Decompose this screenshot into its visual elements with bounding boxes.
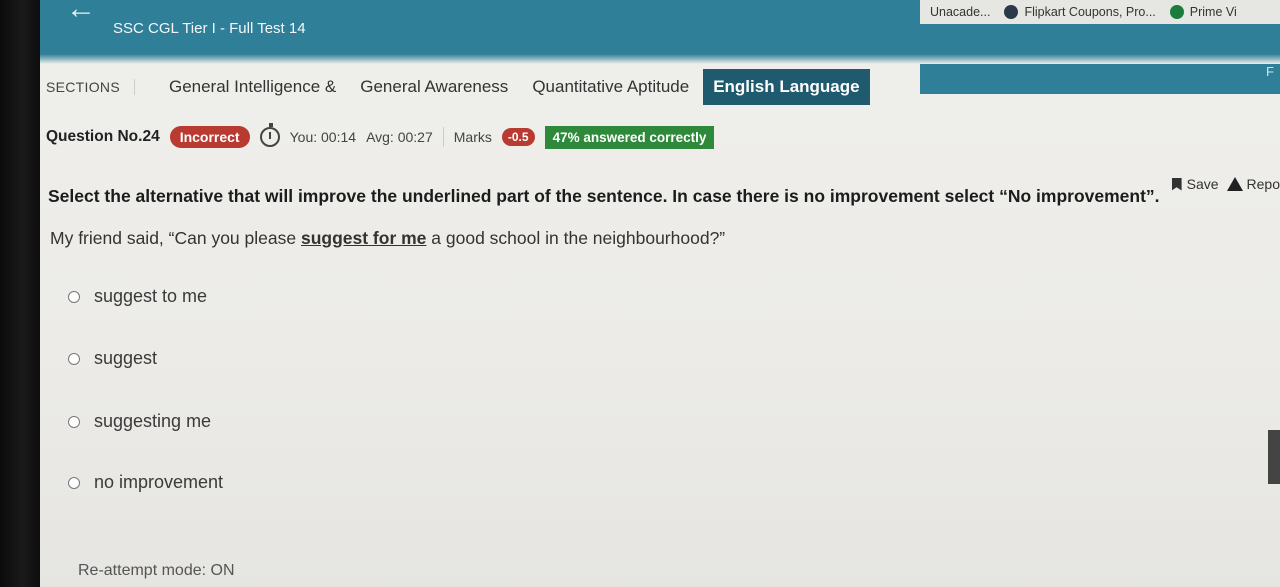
- tab-quantitative-aptitude[interactable]: Quantitative Aptitude: [520, 77, 701, 97]
- bookmark-unacademy[interactable]: Unacade...: [930, 5, 990, 19]
- header-fade: [40, 54, 1280, 64]
- option-label: suggest to me: [94, 286, 208, 306]
- screen: ← SSC CGL Tier I - Full Test 14 F Unacad…: [40, 0, 1280, 587]
- question-instruction: Select the alternative that will improve…: [48, 186, 1160, 206]
- question-number: Question No.24: [46, 128, 160, 145]
- bookmarks-bar: Unacade... Flipkart Coupons, Pro... Prim…: [920, 0, 1280, 24]
- bookmark-label: Flipkart Coupons, Pro...: [1024, 5, 1156, 19]
- sentence-underlined: suggest for me: [300, 228, 427, 248]
- arrow-left-icon[interactable]: ←: [66, 0, 96, 24]
- sentence-before: My friend said, “Can you please: [50, 228, 301, 248]
- option-2[interactable]: suggest: [68, 348, 157, 369]
- radio-button[interactable]: [68, 352, 80, 365]
- option-label: no improvement: [94, 472, 224, 492]
- bookmark-label: Unacade...: [930, 5, 991, 19]
- bookmark-prime-video[interactable]: Prime Vi: [1169, 5, 1237, 19]
- test-title: SSC CGL Tier I - Full Test 14: [113, 20, 306, 37]
- app-header: ← SSC CGL Tier I - Full Test 14: [40, 0, 940, 54]
- option-label: suggesting me: [94, 411, 212, 431]
- bookmark-flipkart[interactable]: Flipkart Coupons, Pro...: [1004, 5, 1156, 19]
- radio-button[interactable]: [68, 476, 80, 489]
- option-label: suggest: [94, 348, 158, 368]
- option-1[interactable]: suggest to me: [68, 286, 207, 307]
- flipkart-icon: [1004, 5, 1019, 19]
- prime-video-icon: [1169, 5, 1184, 19]
- bookmark-label: Prime Vi: [1189, 5, 1237, 19]
- tab-general-awareness[interactable]: General Awareness: [348, 77, 520, 97]
- meta-divider: [442, 127, 444, 147]
- radio-button[interactable]: [68, 290, 80, 303]
- question-meta: Question No.24 Incorrect You: 00:14 Avg:…: [46, 122, 715, 152]
- tab-english-language[interactable]: English Language: [703, 69, 870, 105]
- average-time: Avg: 00:27: [366, 129, 433, 145]
- status-badge: Incorrect: [169, 126, 250, 148]
- option-4[interactable]: no improvement: [68, 472, 223, 493]
- answered-correctly-badge: 47% answered correctly: [544, 125, 715, 149]
- reattempt-mode-status: Re-attempt mode: ON: [78, 562, 235, 579]
- marks-badge: -0.5: [501, 128, 535, 146]
- sections-bar: SECTIONS General Intelligence & General …: [40, 64, 1280, 110]
- radio-button[interactable]: [68, 415, 80, 428]
- sections-label: SECTIONS: [40, 79, 135, 95]
- your-time: You: 00:14: [289, 129, 357, 145]
- question-sentence: My friend said, “Can you please suggest …: [50, 226, 1050, 250]
- sentence-after: a good school in the neighbourhood?”: [426, 228, 726, 248]
- side-panel-toggle[interactable]: [1268, 430, 1280, 484]
- stopwatch-icon: [259, 123, 280, 147]
- tab-general-intelligence[interactable]: General Intelligence &: [157, 77, 348, 97]
- option-3[interactable]: suggesting me: [68, 411, 211, 432]
- marks-label: Marks: [453, 129, 492, 145]
